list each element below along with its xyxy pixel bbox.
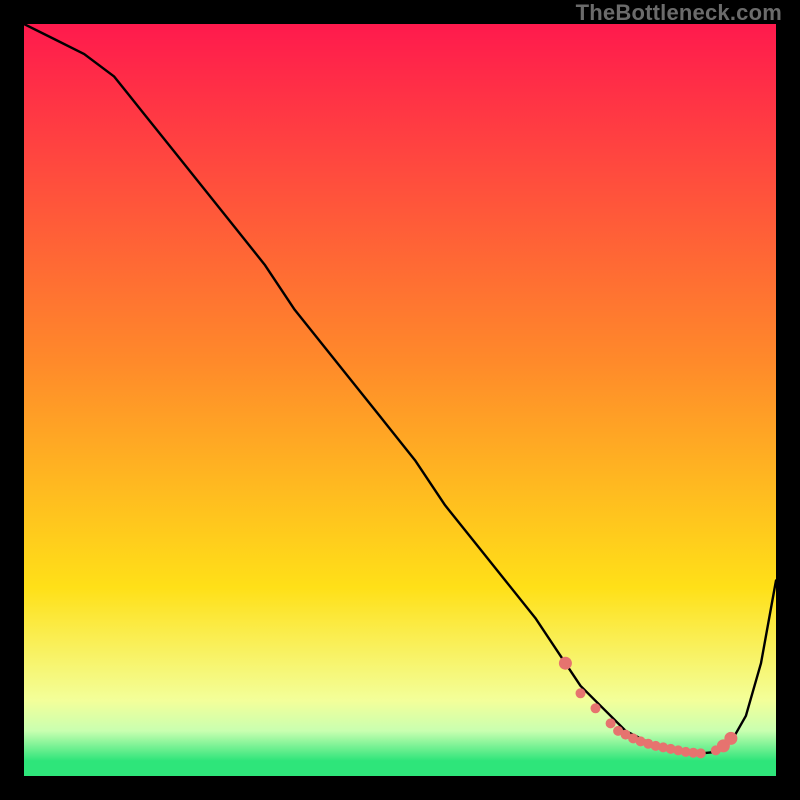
chart-frame: TheBottleneck.com	[0, 0, 800, 800]
watermark-text: TheBottleneck.com	[576, 0, 782, 26]
trough-dot	[724, 732, 737, 745]
trough-dot	[559, 657, 572, 670]
trough-dot	[576, 688, 586, 698]
chart-svg	[24, 24, 776, 776]
trough-dot	[606, 718, 616, 728]
trough-dot	[696, 748, 706, 758]
trough-dot	[591, 703, 601, 713]
gradient-background	[24, 24, 776, 776]
plot-area	[24, 24, 776, 776]
